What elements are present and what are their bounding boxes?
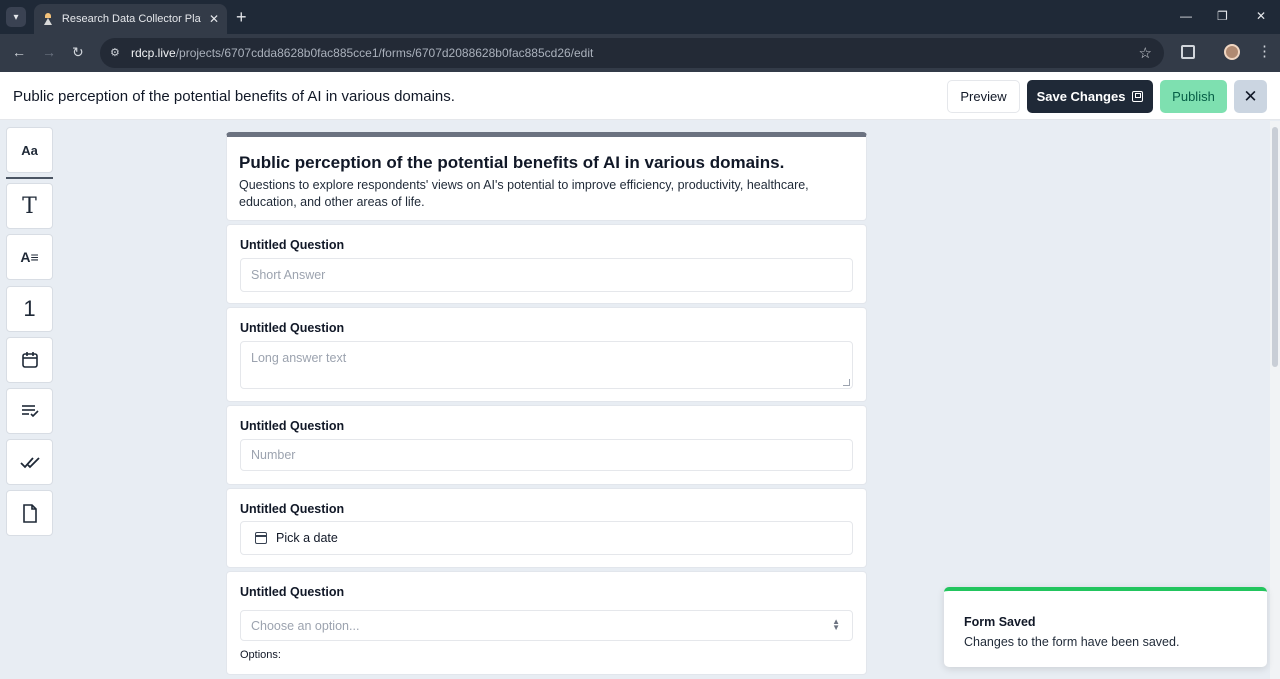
calendar-icon bbox=[255, 532, 267, 544]
url-path: /projects/6707cdda8628b0fac885cce1/forms… bbox=[175, 46, 594, 60]
question-card-select[interactable]: Untitled Question Choose an option... ▲ ▼… bbox=[226, 571, 867, 675]
file-glyph bbox=[22, 503, 37, 523]
question-card-date[interactable]: Untitled Question Pick a date bbox=[226, 488, 867, 568]
tab-close-icon[interactable]: ✕ bbox=[209, 12, 219, 26]
scrollbar-thumb[interactable] bbox=[1272, 127, 1278, 367]
question-label[interactable]: Untitled Question bbox=[240, 419, 344, 433]
toolbox-divider bbox=[6, 177, 53, 179]
save-changes-button[interactable]: Save Changes bbox=[1027, 80, 1153, 113]
question-label[interactable]: Untitled Question bbox=[240, 585, 344, 599]
reload-icon[interactable]: ↻ bbox=[72, 44, 84, 61]
browser-tab-bar: ▾ Research Data Collector Platform ✕ + —… bbox=[0, 0, 1280, 34]
close-editor-button[interactable]: ✕ bbox=[1234, 80, 1267, 113]
list-check-glyph bbox=[21, 405, 39, 418]
options-label: Options: bbox=[240, 649, 281, 661]
back-icon[interactable]: ← bbox=[12, 44, 26, 60]
number-field[interactable]: Number bbox=[240, 439, 853, 471]
question-card-number[interactable]: Untitled Question Number bbox=[226, 405, 867, 485]
address-bar[interactable]: ⚙ rdcp.live/projects/6707cdda8628b0fac88… bbox=[100, 38, 1164, 68]
form-header-card[interactable]: Public perception of the potential benef… bbox=[226, 132, 867, 221]
browser-tab[interactable]: Research Data Collector Platform ✕ bbox=[34, 4, 227, 34]
forward-icon[interactable]: → bbox=[42, 44, 56, 60]
long-answer-placeholder: Long answer text bbox=[251, 351, 347, 365]
long-answer-field[interactable]: Long answer text bbox=[240, 341, 853, 389]
profile-avatar[interactable] bbox=[1224, 44, 1240, 60]
number-icon[interactable]: 1 bbox=[6, 286, 53, 332]
paragraph-icon[interactable]: A≡ bbox=[6, 234, 53, 280]
save-icon bbox=[1132, 91, 1144, 102]
date-picker-button[interactable]: Pick a date bbox=[240, 521, 853, 555]
publish-button[interactable]: Publish bbox=[1160, 80, 1227, 113]
short-answer-field[interactable]: Short Answer bbox=[240, 258, 853, 292]
list-check-icon[interactable] bbox=[6, 388, 53, 434]
toast-title: Form Saved bbox=[964, 615, 1036, 629]
form-title[interactable]: Public perception of the potential benef… bbox=[239, 153, 784, 173]
page-title: Public perception of the potential benef… bbox=[13, 88, 455, 105]
file-icon[interactable] bbox=[6, 490, 53, 536]
extensions-icon[interactable] bbox=[1181, 45, 1195, 59]
browser-toolbar: ← → ↻ ⚙ rdcp.live/projects/6707cdda8628b… bbox=[0, 34, 1280, 72]
maximize-icon[interactable]: ❐ bbox=[1217, 9, 1228, 23]
url-text[interactable]: rdcp.live/projects/6707cdda8628b0fac885c… bbox=[131, 46, 593, 60]
toast-message: Changes to the form have been saved. bbox=[964, 635, 1180, 649]
preview-button[interactable]: Preview bbox=[947, 80, 1020, 113]
option-select[interactable]: Choose an option... ▲ ▼ bbox=[240, 610, 853, 641]
text-icon[interactable]: T bbox=[6, 183, 53, 229]
site-info-icon[interactable]: ⚙ bbox=[110, 46, 124, 60]
window-close-icon[interactable]: ✕ bbox=[1256, 9, 1266, 23]
chevron-up-down-icon: ▲ ▼ bbox=[832, 617, 840, 632]
field-toolbox: Aa T A≡ 1 bbox=[0, 121, 60, 679]
double-check-icon[interactable] bbox=[6, 439, 53, 485]
toast-notification: Form Saved Changes to the form have been… bbox=[944, 587, 1267, 667]
new-tab-icon[interactable]: + bbox=[236, 7, 247, 27]
question-label[interactable]: Untitled Question bbox=[240, 321, 344, 335]
favicon-icon bbox=[42, 13, 54, 25]
minimize-icon[interactable]: — bbox=[1180, 9, 1192, 23]
browser-menu-icon[interactable]: ⋮ bbox=[1257, 42, 1272, 60]
form-description[interactable]: Questions to explore respondents' views … bbox=[239, 177, 839, 211]
question-card-long-answer[interactable]: Untitled Question Long answer text bbox=[226, 307, 867, 402]
url-host: rdcp.live bbox=[131, 46, 176, 60]
question-card-short-answer[interactable]: Untitled Question Short Answer bbox=[226, 224, 867, 304]
double-check-glyph bbox=[19, 457, 40, 469]
resize-handle-icon[interactable] bbox=[843, 379, 850, 386]
calendar-glyph bbox=[21, 352, 38, 368]
tab-search-icon[interactable]: ▾ bbox=[6, 7, 26, 27]
question-label[interactable]: Untitled Question bbox=[240, 502, 344, 516]
option-select-placeholder: Choose an option... bbox=[251, 618, 360, 633]
calendar-icon[interactable] bbox=[6, 337, 53, 383]
save-changes-label: Save Changes bbox=[1036, 89, 1126, 104]
date-picker-label: Pick a date bbox=[276, 531, 338, 545]
page-scrollbar[interactable] bbox=[1270, 121, 1280, 679]
bookmark-star-icon[interactable]: ☆ bbox=[1139, 44, 1152, 62]
text-style-icon[interactable]: Aa bbox=[6, 127, 53, 173]
tab-title: Research Data Collector Platform bbox=[61, 13, 201, 25]
editor-header: Public perception of the potential benef… bbox=[0, 72, 1280, 120]
question-label[interactable]: Untitled Question bbox=[240, 238, 344, 252]
